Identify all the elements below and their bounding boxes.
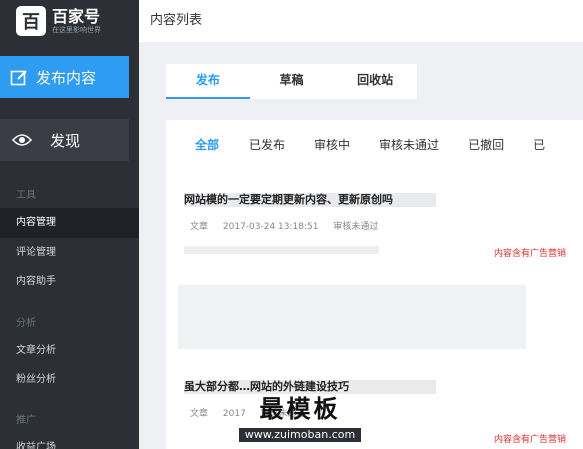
- article-meta: 文章 2017-03-24 13:18:51 审核未通过: [190, 219, 390, 232]
- filter-withdrawn[interactable]: 已撤回: [468, 136, 504, 153]
- status-filters: 全部 已发布 审核中 审核未通过 已撤回 已: [166, 120, 583, 168]
- filter-rejected[interactable]: 审核未通过: [379, 136, 439, 153]
- sidebar-item-fans-analysis[interactable]: 粉丝分析: [0, 365, 139, 395]
- eye-icon: [12, 134, 32, 146]
- filter-reviewing[interactable]: 审核中: [314, 136, 350, 153]
- sidebar-item-content-assistant[interactable]: 内容助手: [0, 267, 139, 297]
- publish-label: 发布内容: [36, 68, 97, 87]
- sidebar-item-comment-manage[interactable]: 评论管理: [0, 238, 139, 268]
- tab-publish[interactable]: 发布: [166, 64, 250, 99]
- brand-slogan: 在这里影响世界: [52, 25, 101, 34]
- watermark: 最模板 www.zuimoban.com: [200, 395, 400, 442]
- article-summary-blur: [184, 246, 379, 254]
- main-area: 内容列表 发布 草稿 回收站 全部 已发布 审核中 审核未通过 已撤回 已 网站…: [139, 0, 583, 449]
- page-title: 内容列表: [150, 13, 203, 28]
- sidebar-item-partial[interactable]: 收益广场: [0, 433, 139, 449]
- filter-all[interactable]: 全部: [195, 136, 219, 153]
- sidebar-item-article-analysis[interactable]: 文章分析: [0, 336, 139, 366]
- edit-icon: [10, 70, 27, 86]
- sidebar-item-content-manage[interactable]: 内容管理: [0, 208, 139, 238]
- filter-published[interactable]: 已发布: [249, 136, 285, 153]
- article-title[interactable]: 网站模的一定要定期更新内容、更新原创吗: [184, 193, 436, 207]
- tab-drafts[interactable]: 草稿: [250, 64, 334, 99]
- article-date: 2017-03-24 13:18:51: [222, 222, 319, 232]
- discover-button[interactable]: 发现: [0, 119, 129, 161]
- article-title[interactable]: 虽大部分都…网站的外链建设技巧: [184, 380, 436, 394]
- discover-label: 发现: [50, 131, 81, 150]
- blurred-block: [178, 285, 526, 349]
- article-type: 文章: [190, 222, 209, 232]
- article-warning: 内容含有广告营销: [493, 249, 566, 259]
- watermark-text: 最模板: [259, 395, 341, 423]
- page-header: 内容列表: [139, 0, 583, 42]
- publish-content-button[interactable]: 发布内容: [0, 56, 129, 98]
- watermark-url: www.zuimoban.com: [238, 428, 362, 442]
- content-tabs: 发布 草稿 回收站: [166, 64, 417, 99]
- brand[interactable]: 百 百家号 在这里影响世界: [0, 0, 139, 42]
- brand-name: 百家号: [52, 6, 101, 26]
- article-status: 审核未通过: [333, 222, 379, 232]
- section-tools: 工具: [16, 190, 36, 201]
- section-analysis: 分析: [16, 318, 36, 329]
- article-warning: 内容含有广告营销: [493, 435, 566, 445]
- tab-recycle-bin[interactable]: 回收站: [333, 64, 417, 99]
- filter-more[interactable]: 已: [533, 136, 545, 153]
- brand-logo: 百: [16, 6, 46, 36]
- brand-text: 百家号 在这里影响世界: [52, 6, 101, 35]
- section-promotion: 推广: [16, 415, 36, 426]
- sidebar: 百 百家号 在这里影响世界 发布内容 发现 工具 内容管理 评论管理 内容助手 …: [0, 0, 139, 449]
